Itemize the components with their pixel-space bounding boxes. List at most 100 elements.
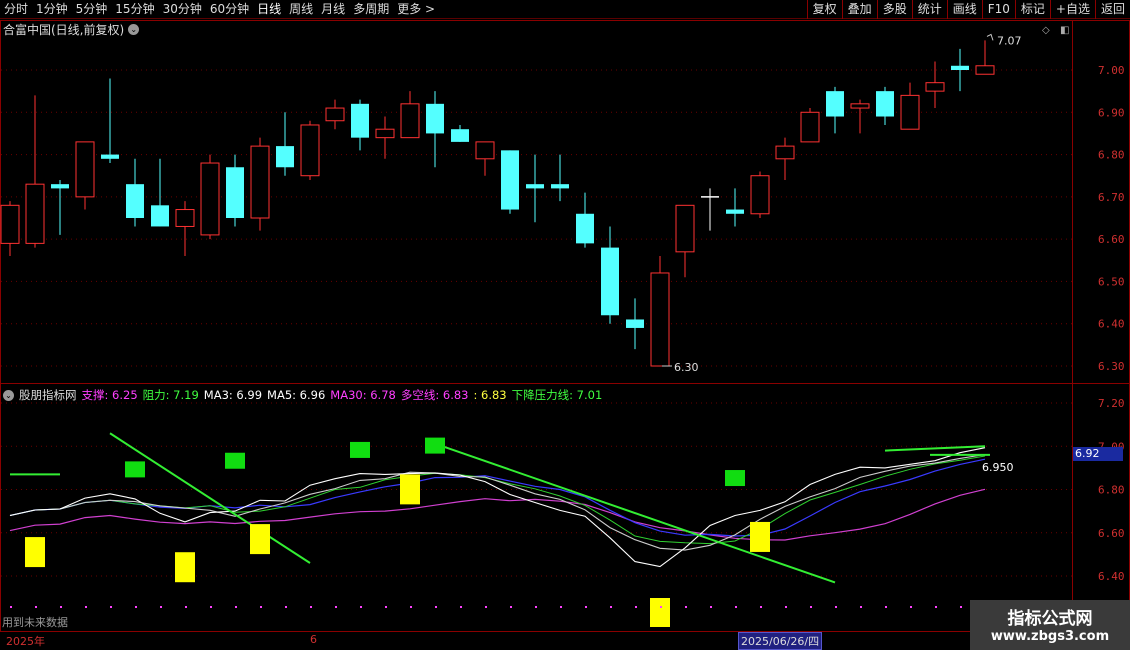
candle-body-up: [800, 111, 820, 143]
baseline-dot: [560, 606, 562, 608]
baseline-dot: [835, 606, 837, 608]
candle-body-up: [175, 209, 195, 227]
candle-body-down: [526, 184, 544, 189]
buy-signal-marker: [125, 461, 145, 478]
candle-body-down: [501, 150, 519, 210]
main-y-tick: 6.90: [1098, 106, 1125, 119]
indicator-y-tick: 6.80: [1098, 484, 1125, 497]
candle-body-down: [351, 103, 369, 138]
candle-body-down: [451, 129, 469, 142]
main-y-tick: 6.50: [1098, 275, 1125, 288]
baseline-dot: [310, 606, 312, 608]
candle-body-down: [226, 167, 244, 218]
baseline-dot: [135, 606, 137, 608]
candle-body-up: [200, 162, 220, 236]
ma5-line: [9, 453, 986, 551]
candle-body-down: [551, 184, 569, 189]
buy-signal-marker: [425, 437, 445, 454]
main-y-tick: 7.00: [1098, 64, 1125, 77]
candle-body-down: [276, 146, 294, 168]
buy-signal-marker: [350, 441, 370, 458]
baseline-dot: [185, 606, 187, 608]
date-axis: 2025年 6 2025/06/26/四: [0, 631, 970, 650]
future-signal-marker: [650, 598, 670, 627]
candle-body-up: [75, 141, 95, 198]
baseline-dot: [485, 606, 487, 608]
baseline-dot: [110, 606, 112, 608]
indicator-y-tick: 7.20: [1098, 397, 1125, 410]
buy-signal-marker: [725, 470, 745, 487]
baseline-dot: [635, 606, 637, 608]
baseline-dot: [710, 606, 712, 608]
current-value-tag: 6.92: [1073, 447, 1123, 461]
baseline-dot: [335, 606, 337, 608]
chart-canvas: 7.00 6.90 6.80 6.70 6.60 6.50 6.40 6.30 7.07 6.30…: [0, 33, 1125, 627]
baseline-dot: [160, 606, 162, 608]
candle-body-up: [975, 65, 995, 75]
baseline-dot: [410, 606, 412, 608]
candle-body-up: [475, 141, 495, 160]
baseline-dot: [435, 606, 437, 608]
sell-signal-marker: [750, 521, 770, 552]
baseline-dot: [210, 606, 212, 608]
candle-body-up: [925, 82, 945, 92]
baseline-dot: [960, 606, 962, 608]
candle-body-down: [951, 65, 969, 70]
main-y-tick: 6.30: [1098, 360, 1125, 373]
candle-body-down: [601, 247, 619, 316]
baseline-dot: [535, 606, 537, 608]
baseline-dot: [85, 606, 87, 608]
last-value-label: 6.950: [982, 461, 1014, 474]
low-label: 6.30: [674, 361, 699, 374]
high-arrow: [986, 33, 994, 41]
candle-body-up: [750, 175, 770, 215]
main-y-tick: 6.40: [1098, 318, 1125, 331]
candle-body-up: [400, 103, 420, 139]
candle-body-up: [375, 128, 395, 139]
watermark-title: 指标公式网: [1007, 609, 1093, 629]
candle-body-up: [900, 94, 920, 130]
baseline-dot: [910, 606, 912, 608]
baseline-dot: [885, 606, 887, 608]
candle-body-up: [300, 124, 320, 177]
high-label: 7.07: [997, 34, 1022, 47]
candle-body-down: [726, 209, 744, 214]
baseline-dot: [785, 606, 787, 608]
candle-body-down: [826, 91, 844, 117]
pressure-line: [884, 445, 986, 452]
main-y-tick: 6.80: [1098, 149, 1125, 162]
baseline-dot: [360, 606, 362, 608]
future-data-note: 用到未来数据: [2, 616, 68, 629]
baseline-dot: [10, 606, 12, 608]
baseline-dot: [260, 606, 262, 608]
candle-body-down: [51, 184, 69, 189]
candle-body-up: [650, 272, 670, 367]
candle-body-down: [426, 103, 444, 134]
long-short-line: [9, 458, 986, 537]
baseline-dot: [660, 606, 662, 608]
candle-body-down: [101, 154, 119, 159]
main-y-tick: 6.70: [1098, 191, 1125, 204]
candle-body-up: [325, 107, 345, 122]
sell-signal-marker: [250, 524, 270, 555]
watermark-url: www.zbgs3.com: [990, 629, 1110, 644]
baseline-dot: [760, 606, 762, 608]
buy-signal-marker: [225, 452, 245, 469]
baseline-dot: [735, 606, 737, 608]
candle-body-up: [675, 204, 695, 253]
baseline-dot: [35, 606, 37, 608]
baseline-dot: [585, 606, 587, 608]
sell-signal-marker: [25, 537, 45, 568]
baseline-dot: [285, 606, 287, 608]
baseline-dot: [685, 606, 687, 608]
sell-signal-marker: [175, 552, 195, 583]
candle-body-up: [25, 183, 45, 244]
candle-body-up: [850, 103, 870, 109]
baseline-dot: [385, 606, 387, 608]
candle-body-down: [151, 205, 169, 227]
indicator-y-tick: 6.40: [1098, 570, 1125, 583]
baseline-dot: [810, 606, 812, 608]
pressure-line: [109, 432, 311, 564]
candle-body-up: [0, 204, 20, 244]
month-label: 6: [310, 633, 317, 646]
